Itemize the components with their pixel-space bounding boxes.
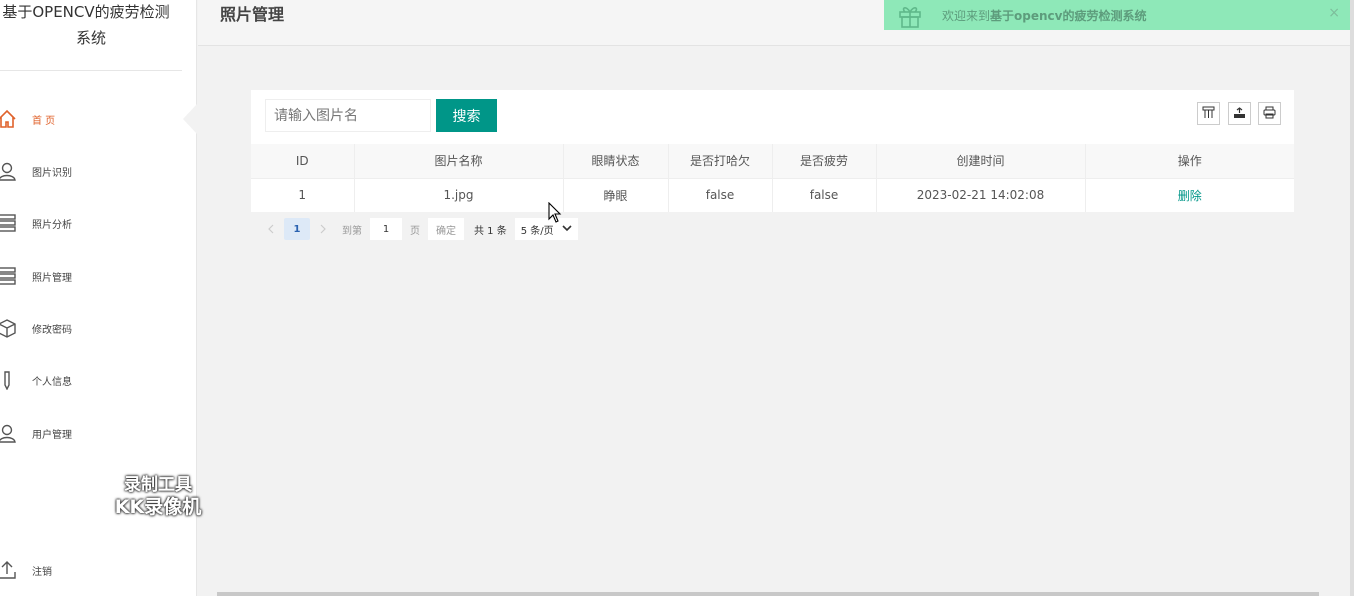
- sidebar-item-label: 首 页: [32, 115, 56, 127]
- total-count: 共 1 条: [474, 225, 507, 237]
- sidebar-item-photo-analysis[interactable]: 照片分析: [0, 208, 182, 238]
- recorder-watermark: 录制工具 KK录像机: [106, 474, 210, 518]
- sidebar-item-home[interactable]: 首 页: [0, 104, 182, 134]
- vertical-scrollbar[interactable]: [1350, 0, 1354, 596]
- box-icon: [0, 317, 18, 339]
- list-icon: [0, 212, 18, 234]
- columns-icon: [1202, 104, 1215, 123]
- print-icon: [1263, 104, 1276, 123]
- export-icon: [1233, 104, 1246, 123]
- column-header-image-name[interactable]: 图片名称: [354, 144, 564, 179]
- cell-created: 2023-02-21 14:02:08: [876, 178, 1086, 212]
- brand-line-2: 系统: [75, 29, 106, 47]
- logout-button[interactable]: 注销: [0, 555, 182, 585]
- table-header-row: ID 图片名称 眼睛状态 是否打哈欠 是否疲劳 创建时间 操作: [251, 144, 1294, 179]
- sidebar-item-photo-management[interactable]: 照片管理: [0, 261, 182, 291]
- goto-confirm-button[interactable]: 确定: [428, 218, 464, 240]
- close-icon[interactable]: ×: [1328, 5, 1340, 21]
- logout-label: 注销: [32, 566, 52, 578]
- horizontal-scrollbar[interactable]: [217, 592, 1319, 596]
- active-indicator: [183, 104, 197, 134]
- goto-suffix: 页: [410, 225, 420, 237]
- table-row[interactable]: 1 1.jpg 睁眼 false false 2023-02-21 14:02:…: [251, 178, 1294, 212]
- user-icon: [0, 160, 18, 182]
- pencil-icon: [0, 369, 18, 391]
- column-header-id[interactable]: ID: [251, 144, 355, 179]
- sidebar-item-label: 照片分析: [32, 219, 72, 231]
- goto-prefix: 到第: [342, 225, 362, 237]
- page-size-select[interactable]: 5 条/页: [514, 218, 578, 240]
- export-button[interactable]: [1228, 102, 1251, 125]
- list-icon: [0, 265, 18, 287]
- upload-icon: [0, 559, 18, 581]
- app-brand: 基于OPENCV的疲劳检测 系统: [0, 0, 182, 70]
- chevron-right-icon: [320, 224, 326, 234]
- search-input[interactable]: [265, 99, 431, 132]
- column-header-created[interactable]: 创建时间: [876, 144, 1086, 179]
- welcome-prefix: 欢迎来到: [942, 8, 991, 23]
- sidebar-item-label: 用户管理: [32, 429, 72, 441]
- goto-page-input[interactable]: [370, 218, 402, 240]
- sidebar-item-label: 个人信息: [32, 376, 72, 388]
- sidebar-item-label: 修改密码: [32, 324, 72, 336]
- sidebar-item-label: 照片管理: [32, 272, 72, 284]
- column-header-action[interactable]: 操作: [1085, 144, 1294, 179]
- gift-icon: [896, 1, 924, 29]
- welcome-message: 欢迎来到基于opencv的疲劳检测系统: [942, 7, 1146, 24]
- pagination: 1 到第 页 确定 共 1 条 5 条/页: [258, 217, 578, 241]
- watermark-line-1: 录制工具: [124, 475, 192, 495]
- sidebar-item-image-recognition[interactable]: 图片识别: [0, 156, 182, 186]
- cell-eye-state: 睁眼: [563, 178, 669, 212]
- sidebar-item-user-management[interactable]: 用户管理: [0, 418, 182, 448]
- brand-divider: [0, 70, 182, 71]
- watermark-line-2: KK录像机: [114, 496, 202, 518]
- column-header-fatigue[interactable]: 是否疲劳: [772, 144, 877, 179]
- search-button[interactable]: 搜索: [436, 99, 497, 132]
- sidebar-item-change-password[interactable]: 修改密码: [0, 313, 182, 343]
- chevron-down-icon: [562, 224, 572, 235]
- home-icon: [0, 108, 18, 130]
- welcome-system-name: 基于opencv的疲劳检测系统: [990, 8, 1147, 23]
- column-header-yawn[interactable]: 是否打哈欠: [668, 144, 773, 179]
- cell-image-name: 1.jpg: [354, 178, 564, 212]
- welcome-notice: 欢迎来到基于opencv的疲劳检测系统 ×: [884, 0, 1354, 30]
- chevron-left-icon: [268, 224, 274, 234]
- photo-table: ID 图片名称 眼睛状态 是否打哈欠 是否疲劳 创建时间 操作 1 1.jpg …: [251, 144, 1294, 212]
- print-button[interactable]: [1258, 102, 1281, 125]
- sidebar-item-label: 图片识别: [32, 167, 72, 179]
- user-icon: [0, 422, 18, 444]
- page-button-current[interactable]: 1: [284, 218, 310, 240]
- mouse-cursor-icon: [548, 201, 562, 228]
- delete-link[interactable]: 删除: [1085, 178, 1294, 212]
- prev-page-button[interactable]: [258, 218, 284, 240]
- cell-yawn: false: [668, 178, 773, 212]
- column-header-eye-state[interactable]: 眼睛状态: [563, 144, 669, 179]
- cell-id: 1: [251, 178, 355, 212]
- page-title: 照片管理: [220, 5, 285, 24]
- columns-button[interactable]: [1197, 102, 1220, 125]
- photo-table-card: 搜索 ID 图片名称 眼睛状态 是否打哈欠 是否疲劳 创建时间 操作: [251, 90, 1294, 212]
- next-page-button[interactable]: [310, 218, 336, 240]
- cell-fatigue: false: [772, 178, 877, 212]
- sidebar-item-profile[interactable]: 个人信息: [0, 365, 182, 395]
- brand-line-1: 基于OPENCV的疲劳检测: [2, 3, 170, 21]
